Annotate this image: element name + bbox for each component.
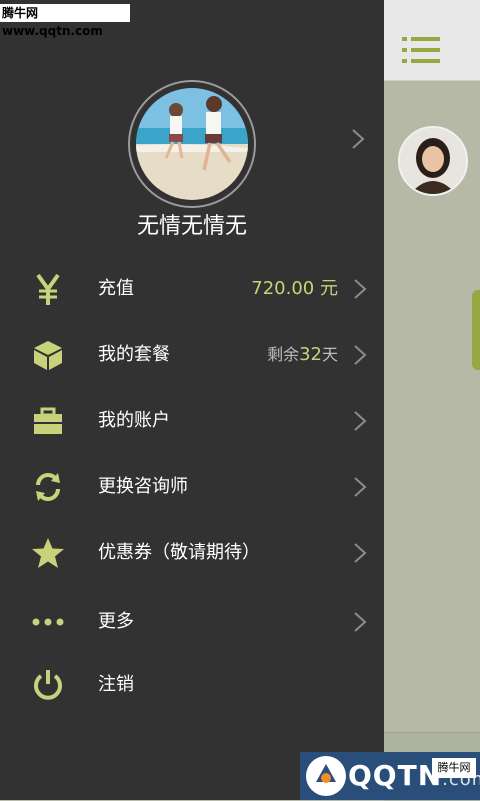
power-icon bbox=[30, 667, 66, 703]
profile-chevron-right-icon[interactable] bbox=[350, 128, 370, 150]
watermark-logo-icon bbox=[306, 756, 346, 796]
briefcase-icon bbox=[30, 403, 66, 439]
chevron-right-icon bbox=[352, 476, 368, 498]
menu-item-change-consultant[interactable]: 更换咨询师 bbox=[0, 454, 384, 520]
watermark-top: 腾牛网 www.qqtn.com bbox=[0, 4, 130, 38]
menu-label-change-consultant: 更换咨询师 bbox=[98, 476, 188, 497]
chevron-right-icon bbox=[352, 611, 368, 633]
menu-label-package: 我的套餐 bbox=[98, 344, 170, 365]
username: 无情无情无 bbox=[136, 214, 247, 239]
chevron-right-icon bbox=[352, 410, 368, 432]
menu-label-account: 我的账户 bbox=[98, 410, 170, 431]
chevron-right-icon bbox=[352, 344, 368, 366]
refresh-icon bbox=[30, 469, 66, 505]
menu-item-package[interactable]: 我的套餐 剩余32天 bbox=[0, 322, 384, 388]
avatar[interactable] bbox=[136, 88, 248, 200]
top-bar bbox=[384, 0, 480, 81]
remaining-number: 32 bbox=[299, 344, 322, 365]
menu-label-coupon: 优惠券（敬请期待） bbox=[98, 542, 260, 563]
chevron-right-icon bbox=[352, 278, 368, 300]
menu-label-logout: 注销 bbox=[98, 674, 134, 695]
remaining-days: 剩余32天 bbox=[267, 322, 338, 388]
menu-item-recharge[interactable]: 充值 720.00 元 bbox=[0, 256, 384, 322]
yen-icon bbox=[30, 271, 66, 307]
cube-icon bbox=[30, 337, 66, 373]
menu-item-logout[interactable]: 注销 bbox=[0, 652, 384, 718]
menu-label-more: 更多 bbox=[98, 611, 134, 632]
menu-item-coupon[interactable]: 优惠券（敬请期待） bbox=[0, 520, 384, 586]
chevron-right-icon bbox=[352, 542, 368, 564]
side-tab[interactable] bbox=[472, 290, 480, 370]
watermark-brand-text: QQTN bbox=[348, 759, 443, 792]
watermark-bottom: QQTN.com 腾牛网 bbox=[300, 752, 480, 800]
star-icon bbox=[30, 535, 66, 571]
watermark-tag: 腾牛网 bbox=[432, 758, 476, 778]
menu-label-recharge: 充值 bbox=[98, 278, 134, 299]
balance-value: 720.00 元 bbox=[251, 278, 338, 299]
menu-item-account[interactable]: 我的账户 bbox=[0, 388, 384, 454]
consultant-avatar[interactable] bbox=[398, 126, 468, 196]
more-dots-icon bbox=[30, 604, 66, 640]
menu-item-more[interactable]: 更多 bbox=[0, 589, 384, 655]
side-drawer: 无情无情无 充值 720.00 元 我的套餐 剩余32天 我的账户 更换咨询师 … bbox=[0, 0, 384, 800]
remaining-prefix: 剩余 bbox=[267, 345, 300, 364]
hamburger-menu-icon[interactable] bbox=[402, 36, 440, 64]
main-content-panel bbox=[384, 0, 480, 801]
remaining-suffix: 天 bbox=[321, 345, 338, 364]
